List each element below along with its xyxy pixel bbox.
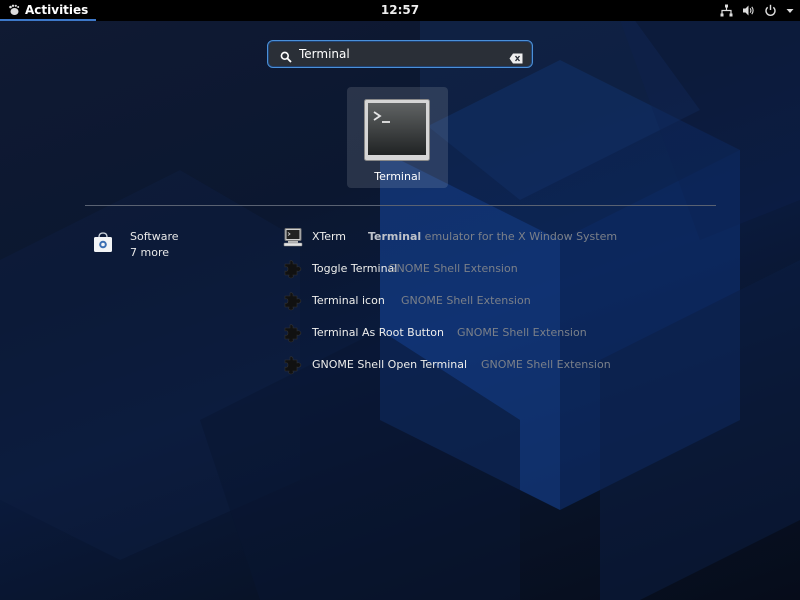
result-description-match: Terminal (368, 230, 422, 243)
result-title: GNOME Shell Open Terminal (312, 358, 468, 371)
activities-label: Activities (25, 2, 89, 17)
result-description-rest: GNOME Shell Extension (481, 358, 611, 371)
result-description: GNOME Shell Extension (401, 294, 531, 307)
extension-icon (283, 291, 303, 311)
result-description: GNOME Shell Extension (457, 326, 587, 339)
result-toggle-terminal[interactable]: Toggle Terminal GNOME Shell Extension (282, 254, 716, 286)
search-results-list: XTerm Terminal emulator for the X Window… (282, 222, 716, 382)
extension-icon (283, 355, 303, 375)
result-description: GNOME Shell Extension (481, 358, 611, 371)
search-icon (280, 48, 292, 63)
extension-icon (283, 259, 303, 279)
activities-button[interactable]: Activities (0, 0, 97, 21)
result-title: Terminal As Root Button (312, 326, 444, 339)
top-bar: Activities 12:57 (0, 0, 800, 21)
chevron-down-icon[interactable] (786, 7, 794, 15)
clear-search-icon[interactable] (509, 49, 523, 64)
search-entry[interactable] (267, 40, 533, 68)
result-description-rest: emulator for the X Window System (421, 230, 618, 243)
result-description: Terminal emulator for the X Window Syste… (368, 230, 617, 243)
result-description-rest: GNOME Shell Extension (401, 294, 531, 307)
result-gnome-shell-open-terminal[interactable]: GNOME Shell Open Terminal GNOME Shell Ex… (282, 350, 716, 382)
gnome-foot-icon (8, 4, 20, 16)
result-description: GNOME Shell Extension (388, 262, 518, 275)
result-terminal-icon[interactable]: Terminal icon GNOME Shell Extension (282, 286, 716, 318)
clock[interactable]: 12:57 (381, 3, 419, 17)
result-xterm[interactable]: XTerm Terminal emulator for the X Window… (282, 222, 716, 254)
search-input[interactable] (299, 45, 499, 63)
result-title: Toggle Terminal (312, 262, 398, 275)
xterm-icon (283, 227, 303, 247)
provider-name: Software (130, 230, 179, 243)
result-title: XTerm (312, 230, 347, 243)
app-result-label: Terminal (374, 170, 421, 183)
result-terminal-as-root-button[interactable]: Terminal As Root Button GNOME Shell Exte… (282, 318, 716, 350)
result-description-rest: GNOME Shell Extension (388, 262, 518, 275)
volume-icon[interactable] (742, 4, 755, 17)
results-divider (85, 205, 716, 206)
app-result-terminal[interactable]: Terminal (347, 87, 448, 188)
system-tray[interactable] (720, 0, 794, 21)
extension-icon (283, 323, 303, 343)
software-bag-icon (92, 231, 114, 253)
terminal-icon (364, 99, 430, 161)
provider-software[interactable]: Software 7 more (92, 229, 262, 265)
result-description-rest: GNOME Shell Extension (457, 326, 587, 339)
power-icon[interactable] (764, 4, 777, 17)
provider-more-count: 7 more (130, 246, 169, 259)
network-icon[interactable] (720, 4, 733, 17)
result-title: Terminal icon (312, 294, 385, 307)
